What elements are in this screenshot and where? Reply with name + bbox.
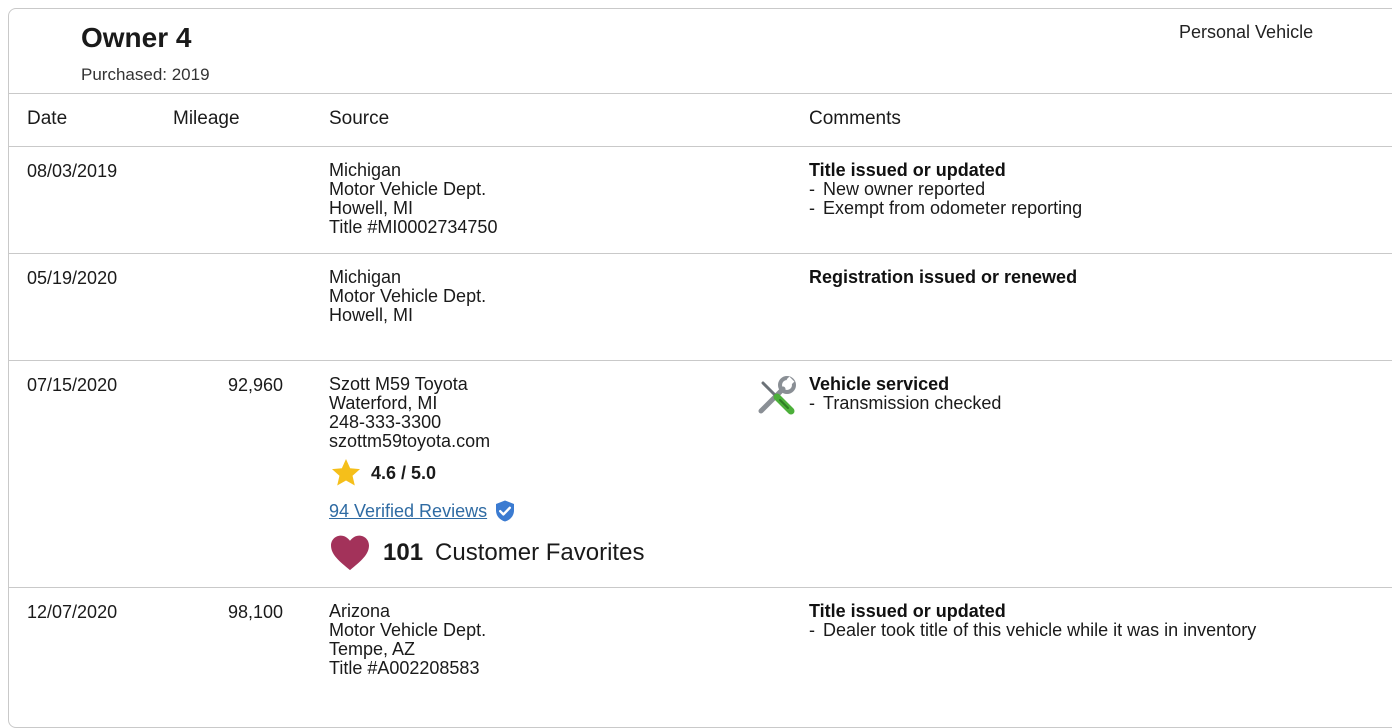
favorites-label: Customer Favorites [435, 538, 645, 566]
dealer-rating: 4.6 / 5.0 [329, 457, 644, 489]
table-row: 08/03/2019 Michigan Motor Vehicle Dept. … [9, 147, 1392, 254]
record-date: 07/15/2020 [27, 375, 118, 395]
source-line: Motor Vehicle Dept. [329, 286, 487, 306]
comment-title: Registration issued or renewed [809, 267, 1078, 287]
comment-item: - New owner reported [809, 179, 986, 199]
comment-item: - Transmission checked [809, 393, 1002, 413]
source-line: Michigan [329, 160, 402, 180]
source-line: Szott M59 Toyota [329, 374, 468, 394]
heart-icon [331, 535, 369, 571]
purchased-year: Purchased: 2019 [81, 65, 210, 84]
record-source: Szott M59 Toyota Waterford, MI 248-333-3… [329, 375, 644, 571]
table-row: 12/07/2020 98,100 Arizona Motor Vehicle … [9, 588, 1392, 727]
favorites-count: 101 [383, 538, 424, 566]
owner-card: Owner 4 Purchased: 2019 Personal Vehicle… [8, 8, 1392, 728]
comment-item: - Exempt from odometer reporting [809, 198, 1083, 218]
column-header-date: Date [27, 108, 68, 129]
source-line: Tempe, AZ [329, 639, 416, 659]
comment-title: Title issued or updated [809, 160, 1006, 180]
table-row: 05/19/2020 Michigan Motor Vehicle Dept. … [9, 254, 1392, 361]
record-comments: Registration issued or renewed [809, 268, 1077, 287]
record-source: Arizona Motor Vehicle Dept. Tempe, AZ Ti… [329, 602, 486, 678]
column-header-comments: Comments [809, 108, 901, 129]
source-line: szottm59toyota.com [329, 431, 491, 451]
star-icon [332, 459, 360, 486]
column-header-mileage: Mileage [173, 108, 240, 129]
source-line: Title #MI0002734750 [329, 217, 498, 237]
table-row: 07/15/2020 92,960 Szott M59 Toyota Water… [9, 361, 1392, 588]
record-mileage: 92,960 [227, 375, 283, 395]
dealer-reviews: 94 Verified Reviews [329, 499, 644, 523]
source-line: Title #A002208583 [329, 658, 480, 678]
vehicle-type: Personal Vehicle [1179, 22, 1314, 42]
source-line: Waterford, MI [329, 393, 438, 413]
record-comments: Title issued or updated - Dealer took tit… [809, 602, 1323, 640]
source-line: Motor Vehicle Dept. [329, 179, 487, 199]
wrench-screwdriver-icon [758, 376, 796, 415]
comment-title: Title issued or updated [809, 601, 1006, 621]
record-date: 05/19/2020 [27, 268, 118, 288]
column-header-source: Source [329, 108, 390, 129]
verified-shield-icon [496, 500, 515, 522]
source-line: Motor Vehicle Dept. [329, 620, 487, 640]
rating-value: 4.6 / 5.0 [371, 462, 437, 483]
source-line: Arizona [329, 601, 391, 621]
record-date: 08/03/2019 [27, 161, 118, 181]
record-date: 12/07/2020 [27, 602, 118, 622]
source-line: Michigan [329, 267, 402, 287]
owner-title: Owner 4 [81, 22, 192, 53]
table-header: Date Mileage Source Comments [9, 93, 1392, 147]
source-line: Howell, MI [329, 198, 414, 218]
verified-reviews-link[interactable]: 94 Verified Reviews [329, 501, 487, 521]
record-source: Michigan Motor Vehicle Dept. Howell, MI … [329, 161, 497, 237]
record-comments: Title issued or updated - New owner repor… [809, 161, 1323, 218]
comment-item: - Dealer took title of this vehicle while… [809, 620, 1257, 640]
customer-favorites: 101 Customer Favorites [329, 533, 644, 571]
record-mileage: 98,100 [227, 602, 283, 622]
record-source: Michigan Motor Vehicle Dept. Howell, MI [329, 268, 486, 325]
source-line: 248-333-3300 [329, 412, 442, 432]
comment-title: Vehicle serviced [809, 374, 950, 394]
record-comments: Vehicle serviced - Transmission checked [809, 375, 1323, 413]
source-line: Howell, MI [329, 305, 414, 325]
